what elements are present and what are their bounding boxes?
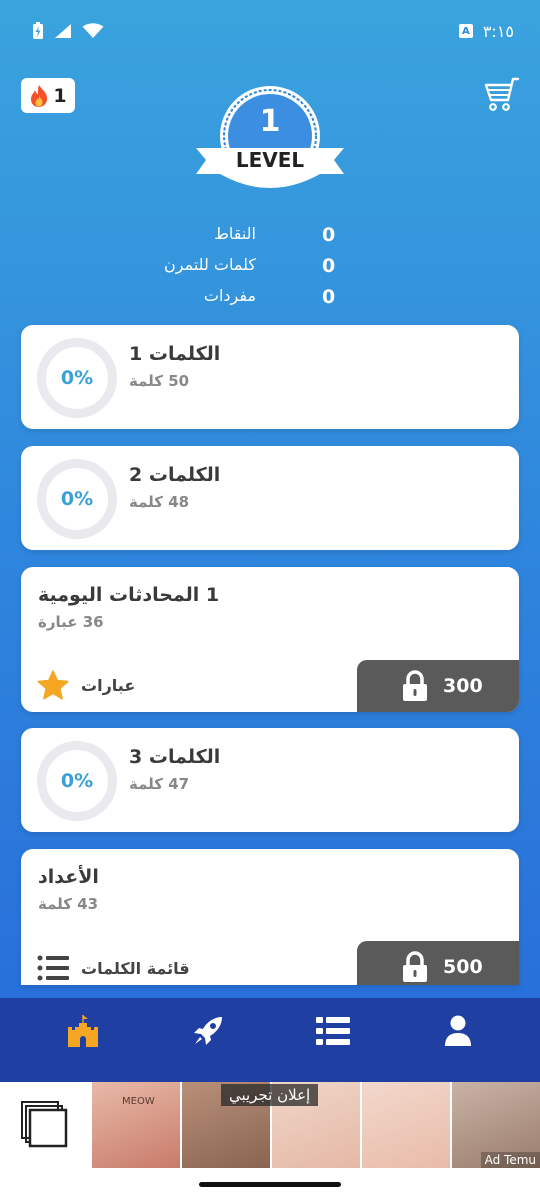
- system-nav-bar: [0, 1168, 540, 1200]
- card-title: الكلمات 1: [129, 343, 221, 365]
- progress-ring: 0%: [37, 741, 117, 821]
- ad-brand: Ad Temu: [480, 1152, 540, 1168]
- card-title: الكلمات 2: [129, 464, 221, 486]
- fire-icon: [31, 84, 48, 107]
- stat-label: مفردات: [203, 286, 256, 305]
- wifi-icon: [82, 23, 104, 38]
- progress-ring: 0%: [37, 338, 117, 418]
- lock-icon: [403, 951, 427, 982]
- stat-value: 0: [322, 255, 336, 277]
- shirt-text: MEOW: [122, 1096, 155, 1107]
- ad-banner[interactable]: MEOW إعلان تجريبي Ad Temu: [0, 1082, 540, 1168]
- card-subtitle: 47 كلمة: [129, 775, 190, 793]
- streak-count: 1: [53, 84, 67, 107]
- status-icons: [32, 22, 104, 40]
- stacked-squares-icon: [21, 1101, 68, 1148]
- card-title: الأعداد: [38, 866, 99, 888]
- card-subtitle: 48 كلمة: [129, 493, 190, 511]
- user-icon: [444, 1015, 471, 1046]
- list-icon: [37, 955, 69, 981]
- bottom-nav: [0, 998, 540, 1082]
- stat-vocabulary: مفردات 0: [0, 286, 540, 314]
- unlock-button[interactable]: 300: [357, 660, 519, 712]
- card-subtitle: 50 كلمة: [129, 372, 190, 390]
- card-subtitle: 36 عبارة: [38, 613, 104, 631]
- streak-badge[interactable]: 1: [21, 78, 75, 113]
- castle-icon: [67, 1015, 98, 1047]
- level-badge: 1 LEVEL: [192, 84, 348, 200]
- nav-lists[interactable]: [303, 1006, 363, 1056]
- word-list-button[interactable]: قائمة الكلمات: [37, 955, 190, 981]
- lesson-card-numbers[interactable]: الأعداد 43 كلمة قائمة الكلمات 500: [21, 849, 519, 985]
- stat-practice-words: كلمات للتمرن 0: [0, 255, 540, 283]
- home-indicator[interactable]: [199, 1182, 341, 1187]
- cart-icon: [484, 77, 520, 111]
- clock: ٣:١٥: [482, 21, 514, 41]
- phrases-button[interactable]: عبارات: [37, 670, 135, 700]
- card-title: 1 المحادثات اليومية: [38, 584, 220, 606]
- progress-ring: 0%: [37, 459, 117, 539]
- level-badge-graphic: [196, 86, 344, 188]
- nav-practice[interactable]: [178, 1006, 238, 1056]
- stat-label: النقاط: [214, 224, 256, 243]
- nav-home[interactable]: [53, 1006, 113, 1056]
- nav-profile[interactable]: [428, 1006, 488, 1056]
- progress-text: 0%: [60, 770, 94, 792]
- status-bar: A ٣:١٥: [0, 0, 540, 62]
- status-right: A ٣:١٥: [458, 21, 514, 41]
- star-icon: [37, 670, 69, 700]
- stat-label: كلمات للتمرن: [163, 255, 256, 274]
- battery-icon: [33, 22, 43, 39]
- ad-image: [360, 1082, 450, 1168]
- unlock-button[interactable]: 500: [357, 941, 519, 985]
- ad-image: MEOW: [90, 1082, 180, 1168]
- lock-icon: [403, 670, 427, 701]
- rocket-icon: [193, 1017, 222, 1045]
- progress-text: 0%: [60, 488, 94, 510]
- ad-label: إعلان تجريبي: [221, 1084, 319, 1106]
- lesson-card-words-3[interactable]: 0% الكلمات 3 47 كلمة: [21, 728, 519, 832]
- signal-icon: [55, 24, 71, 38]
- keyboard-badge: A: [458, 24, 473, 38]
- cart-button[interactable]: [482, 76, 520, 112]
- level-label: LEVEL: [235, 148, 305, 172]
- lock-cost: 500: [443, 956, 483, 978]
- lock-cost: 300: [443, 675, 483, 697]
- lesson-card-daily-conversations[interactable]: 1 المحادثات اليومية 36 عبارة عبارات 300: [21, 567, 519, 712]
- card-title: الكلمات 3: [129, 746, 221, 768]
- stat-value: 0: [322, 224, 336, 246]
- action-label: عبارات: [81, 675, 136, 695]
- progress-text: 0%: [60, 367, 94, 389]
- stat-value: 0: [322, 286, 336, 308]
- action-label: قائمة الكلمات: [81, 958, 190, 978]
- ad-logo: [0, 1082, 90, 1168]
- list-icon: [315, 1017, 350, 1045]
- stat-points: النقاط 0: [0, 224, 540, 252]
- lesson-card-words-1[interactable]: 0% الكلمات 1 50 كلمة: [21, 325, 519, 429]
- level-number: 1: [259, 104, 281, 139]
- lesson-card-words-2[interactable]: 0% الكلمات 2 48 كلمة: [21, 446, 519, 550]
- card-subtitle: 43 كلمة: [38, 895, 99, 913]
